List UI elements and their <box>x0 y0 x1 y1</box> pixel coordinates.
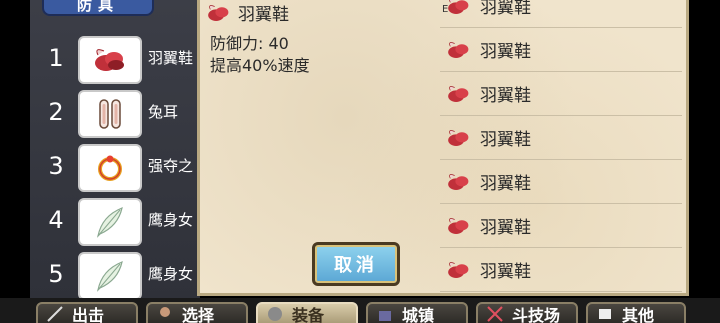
slot-item-name: 羽翼鞋 <box>148 49 194 67</box>
equip-slot-row[interactable]: 4 鹰身女 <box>30 194 200 248</box>
tab-equip[interactable]: 装备 <box>256 302 358 323</box>
list-item[interactable]: 羽翼鞋 <box>440 204 682 248</box>
winged-shoes-icon <box>448 129 469 146</box>
winged-shoes-icon <box>448 173 469 190</box>
equip-slot-row[interactable]: 3 强夺之 <box>30 140 200 194</box>
list-item-name: 羽翼鞋 <box>480 174 531 194</box>
slot-item-name: 兔耳 <box>148 103 179 121</box>
slot-item-name: 强夺之 <box>148 157 194 175</box>
slot-item-name: 鹰身女 <box>148 211 194 229</box>
list-item[interactable]: 羽翼鞋 <box>440 28 682 72</box>
list-item-name: 羽翼鞋 <box>480 86 531 106</box>
scroll-icon <box>599 309 611 319</box>
slot-item-name: 鹰身女 <box>148 265 194 283</box>
feather-icon <box>78 252 142 300</box>
list-item[interactable]: 羽翼鞋 <box>440 248 682 292</box>
equip-slot-row[interactable]: 2 兔耳 <box>30 86 200 140</box>
list-item-name: 羽翼鞋 <box>480 262 531 282</box>
tab-label: 选择 <box>182 306 215 323</box>
list-item[interactable]: 羽翼鞋 <box>440 116 682 160</box>
list-item-name: 羽翼鞋 <box>480 42 531 62</box>
list-item-name: 羽翼鞋 <box>480 0 531 18</box>
list-item[interactable]: 羽翼鞋 <box>440 72 682 116</box>
item-select-panel: 羽翼鞋 防御力: 40 提高40%速度 取消 E 羽翼鞋 羽翼鞋 羽翼鞋 羽翼鞋… <box>197 0 689 296</box>
tab-sortie[interactable]: 出击 <box>36 302 138 323</box>
list-item-name: 羽翼鞋 <box>480 218 531 238</box>
bunny-ears-icon <box>78 90 142 138</box>
tab-label: 斗技场 <box>512 306 561 323</box>
tab-arena[interactable]: 斗技场 <box>476 302 578 323</box>
armor-icon <box>268 307 282 321</box>
defense-stat: 防御力: 40 <box>210 34 289 53</box>
winged-shoes-icon <box>448 217 469 234</box>
winged-shoes-icon <box>448 0 469 14</box>
slot-number: 1 <box>48 44 64 72</box>
bottom-nav: 出击 选择 装备 城镇 斗技场 其他 <box>0 298 720 323</box>
tab-label: 装备 <box>292 306 325 323</box>
ring-icon <box>78 144 142 192</box>
winged-shoes-icon <box>208 4 229 21</box>
list-item[interactable]: 羽翼鞋 <box>440 160 682 204</box>
tab-select[interactable]: 选择 <box>146 302 248 323</box>
tab-town[interactable]: 城镇 <box>366 302 468 323</box>
equip-slot-row[interactable]: 5 鹰身女 <box>30 248 200 302</box>
detail-item-name: 羽翼鞋 <box>238 5 289 25</box>
castle-icon <box>379 311 391 321</box>
equipment-slot-panel: 防具 1 羽翼鞋 2 兔耳 3 强夺之 4 鹰身女 5 鹰身女 <box>30 0 200 300</box>
slot-number: 2 <box>48 98 64 126</box>
feather-icon <box>78 198 142 246</box>
effect-text: 提高40%速度 <box>210 56 310 75</box>
equip-slot-row[interactable]: 1 羽翼鞋 <box>30 32 200 86</box>
winged-shoes-icon <box>448 41 469 58</box>
equipped-marker: E <box>442 4 449 15</box>
cancel-button[interactable]: 取消 <box>312 242 400 286</box>
tab-other[interactable]: 其他 <box>586 302 686 323</box>
winged-shoes-icon <box>448 85 469 102</box>
detail-header: 羽翼鞋 <box>206 0 289 25</box>
slot-number: 4 <box>48 206 64 234</box>
slot-number: 3 <box>48 152 64 180</box>
character-icon <box>160 307 170 317</box>
slot-number: 5 <box>48 260 64 288</box>
list-item[interactable]: E 羽翼鞋 <box>440 0 682 28</box>
sword-icon <box>47 306 63 322</box>
winged-shoes-icon <box>78 36 142 84</box>
tab-label: 其他 <box>622 306 655 323</box>
crossed-swords-icon <box>487 306 503 322</box>
winged-shoes-icon <box>448 261 469 278</box>
list-item-name: 羽翼鞋 <box>480 130 531 150</box>
tab-label: 出击 <box>72 306 105 323</box>
armor-category-tab[interactable]: 防具 <box>42 0 154 16</box>
tab-label: 城镇 <box>402 306 435 323</box>
